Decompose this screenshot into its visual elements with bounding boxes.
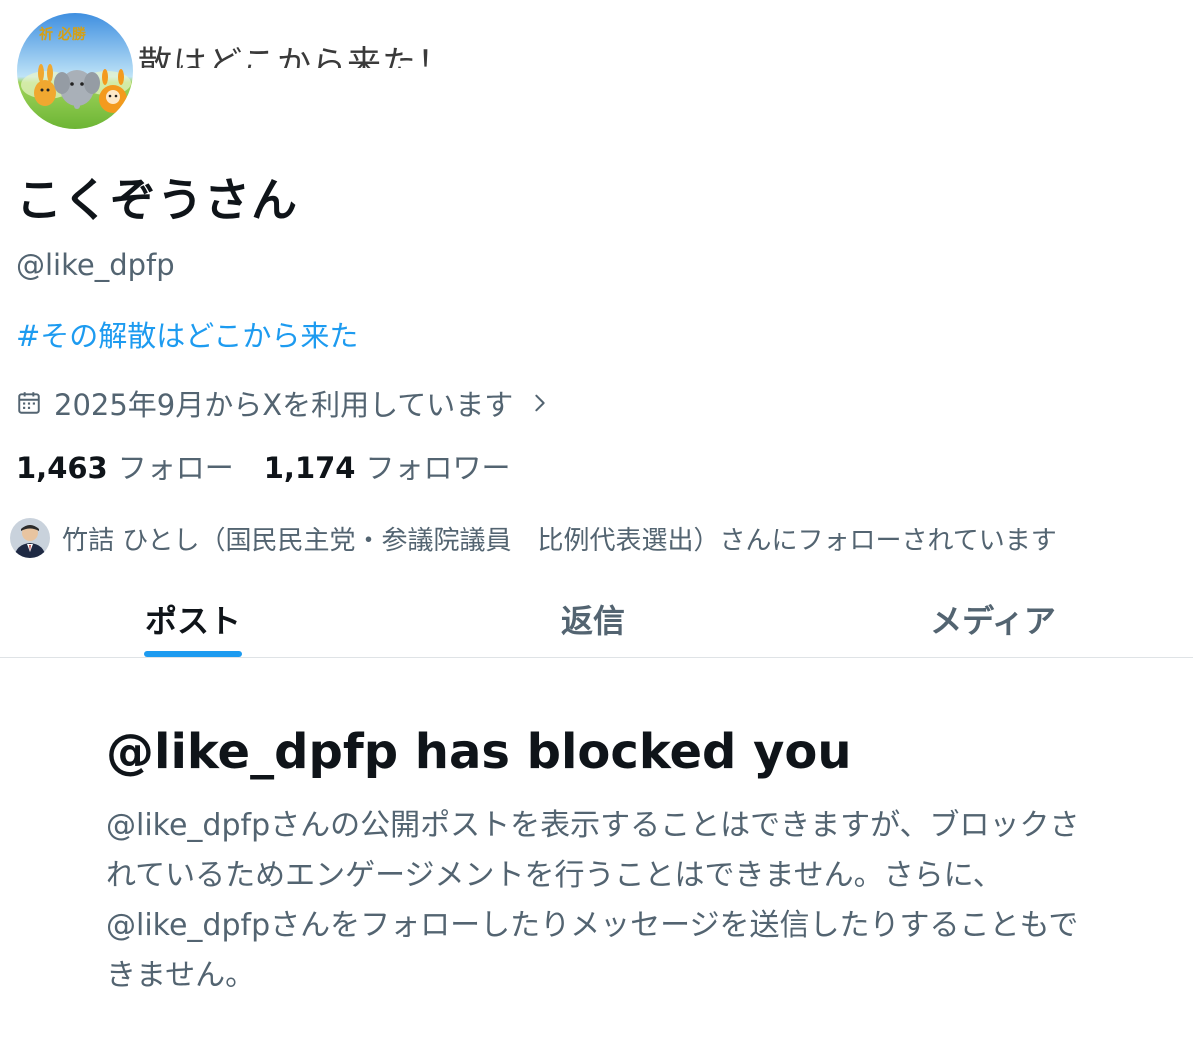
- followers-link[interactable]: 1,174 フォロワー: [264, 445, 511, 487]
- banner-text: 散はどこから来た！: [138, 44, 452, 68]
- followers-count: 1,174: [263, 451, 356, 485]
- followed-by-row[interactable]: 竹詰 ひとし（国民民主党・参議院議員 比例代表選出）さんにフォローされています: [10, 518, 1057, 558]
- active-tab-indicator: [144, 651, 242, 657]
- user-handle: @like_dpfp: [16, 248, 175, 282]
- followers-label: フォロワー: [365, 451, 511, 485]
- banner-partial-text: 散はどこから来た！: [138, 30, 498, 68]
- calendar-icon: [18, 392, 40, 414]
- following-count: 1,463: [16, 451, 108, 485]
- following-label: フォロー: [117, 451, 234, 485]
- profile-tabs: ポスト 返信 メディア: [0, 580, 1193, 658]
- joined-date-row[interactable]: 2025年9月からXを利用しています: [16, 382, 551, 424]
- avatar-text: 祈 必勝: [39, 26, 87, 43]
- following-link[interactable]: 1,463 フォロー: [16, 445, 234, 487]
- tab-posts[interactable]: ポスト: [92, 580, 294, 658]
- follow-stats: 1,463 フォロー 1,174 フォロワー: [16, 445, 511, 487]
- bio-hashtag-link[interactable]: #その解散はどこから来た: [16, 313, 358, 355]
- display-name: こくぞうさん: [16, 173, 298, 227]
- tab-replies[interactable]: 返信: [492, 580, 694, 658]
- tab-media[interactable]: メディア: [892, 580, 1094, 658]
- profile-avatar[interactable]: 祈 必勝: [14, 10, 136, 132]
- blocked-title: @like_dpfp has blocked you: [106, 724, 852, 780]
- follower-avatar: [10, 518, 50, 558]
- joined-date-text: 2025年9月からXを利用しています: [54, 388, 514, 422]
- blocked-message: @like_dpfpさんの公開ポストを表示することはできますが、ブロックされてい…: [106, 808, 1080, 993]
- chevron-right-icon: [535, 394, 545, 412]
- followed-by-text: 竹詰 ひとし（国民民主党・参議院議員 比例代表選出）さんにフォローされています: [62, 525, 1057, 556]
